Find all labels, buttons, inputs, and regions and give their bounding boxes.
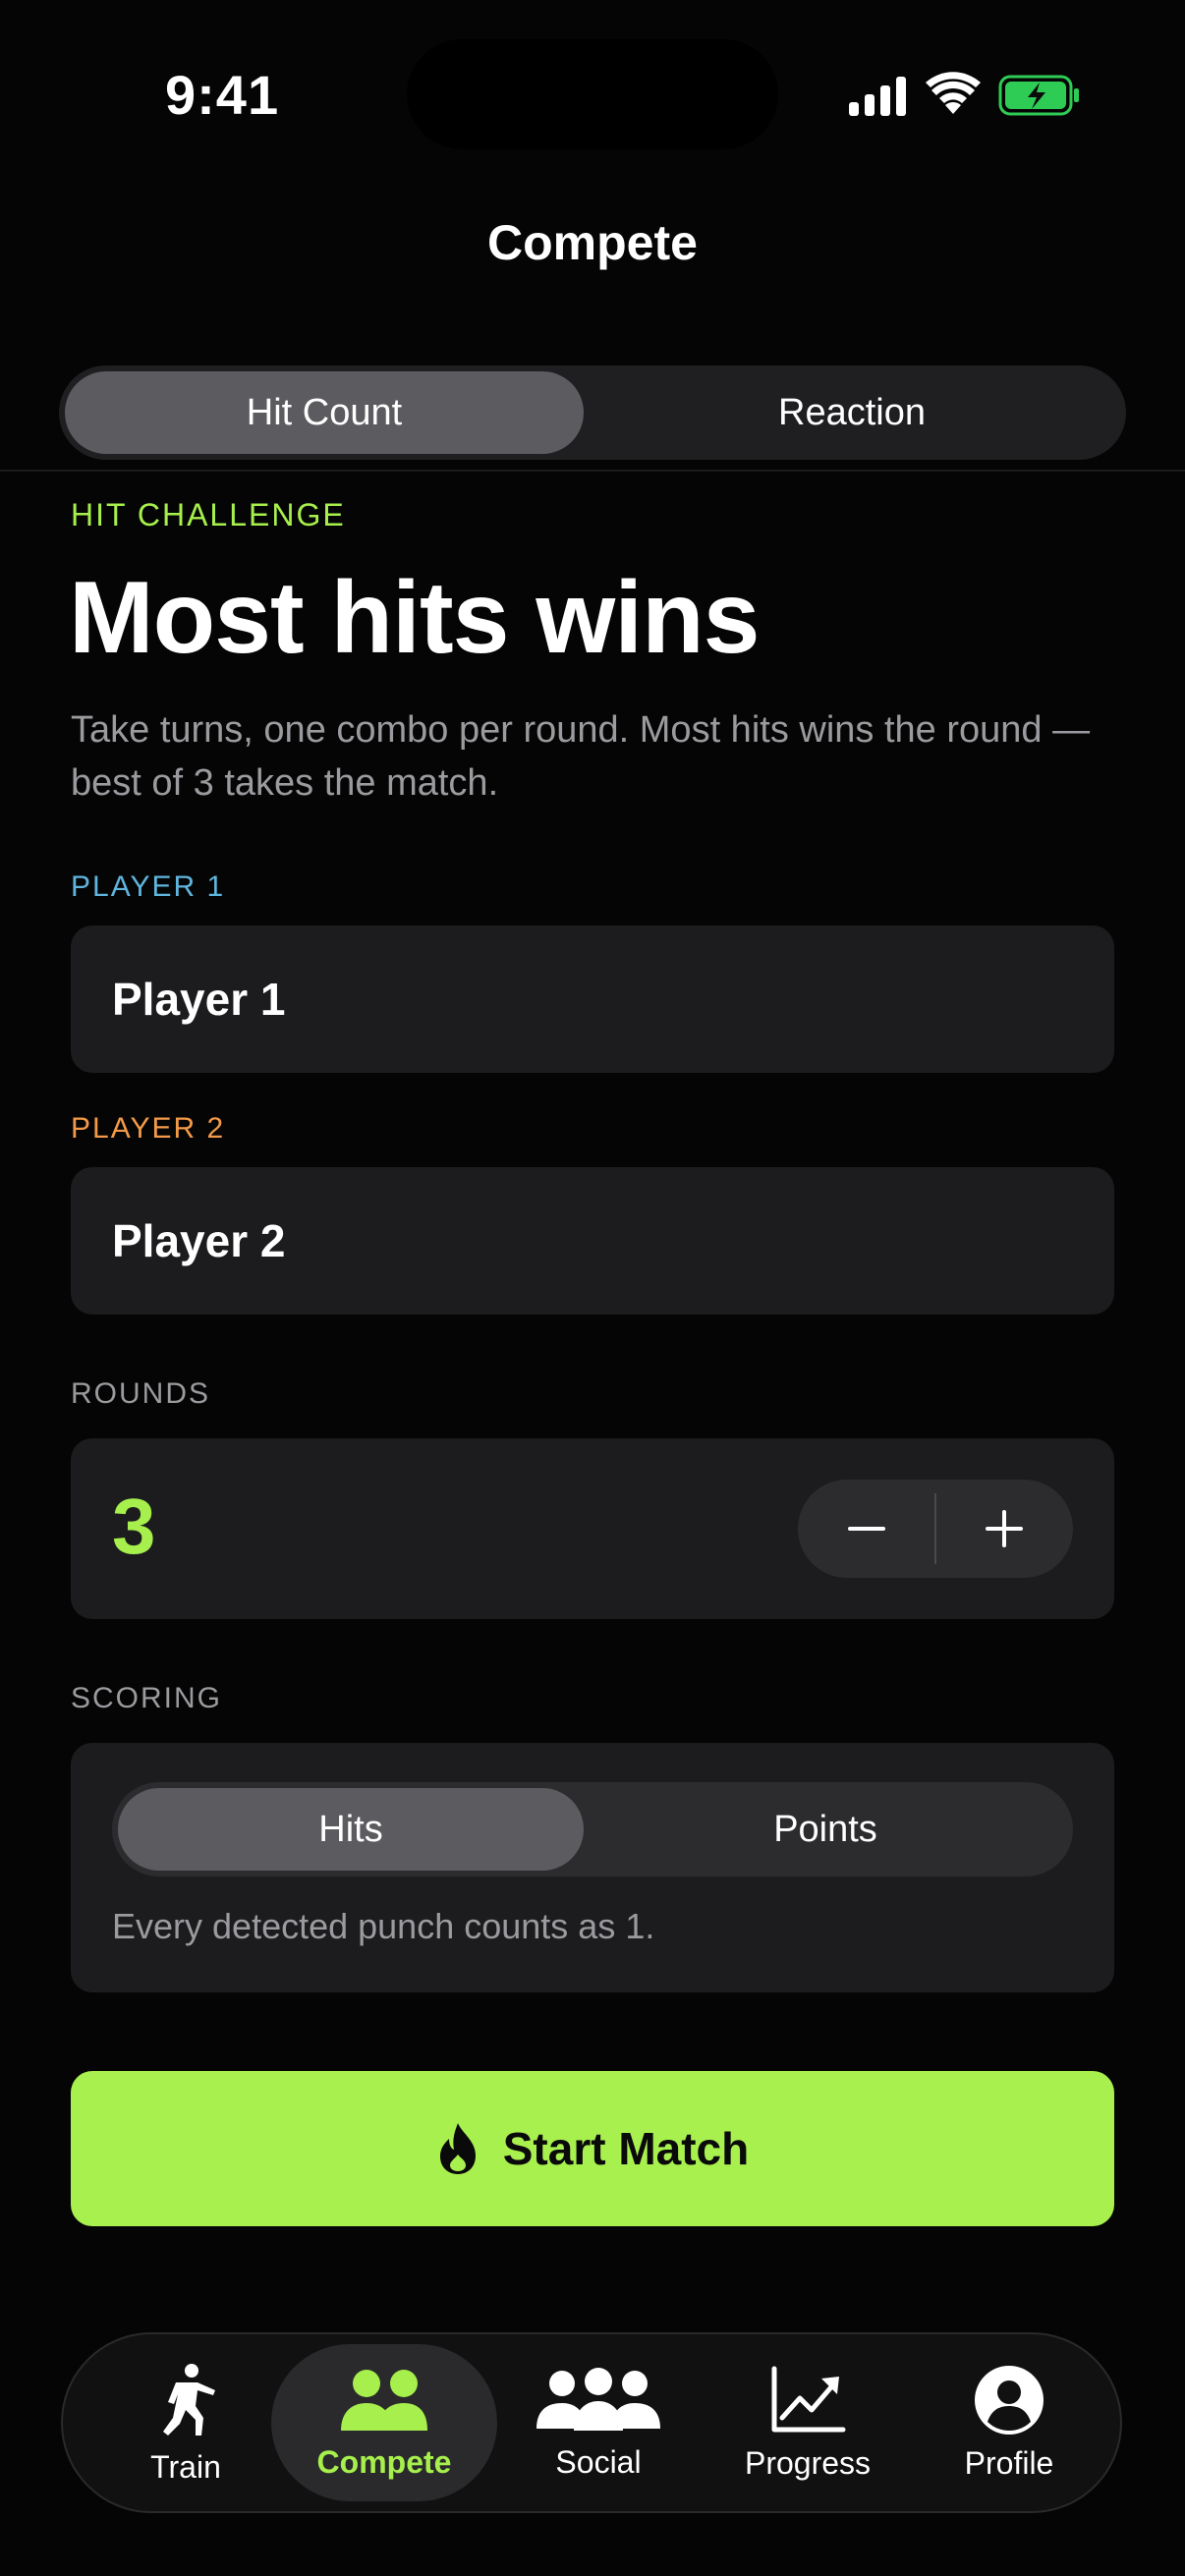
rounds-stepper	[798, 1480, 1073, 1578]
header-divider	[0, 470, 1185, 472]
minus-icon	[848, 1527, 885, 1531]
player2-input-value: Player 2	[112, 1215, 286, 1266]
tab-progress-label: Progress	[744, 2444, 872, 2481]
mode-segmented-control: Hit Count Reaction	[59, 365, 1126, 460]
challenge-eyebrow: HIT CHALLENGE	[71, 497, 346, 532]
cellular-signal-icon	[849, 77, 906, 116]
scoring-option-hits[interactable]: Hits	[118, 1788, 584, 1871]
tab-progress[interactable]: Progress	[702, 2344, 914, 2501]
start-match-button[interactable]: Start Match	[71, 2071, 1114, 2226]
player1-input-value: Player 1	[112, 974, 286, 1025]
scoring-option-points[interactable]: Points	[584, 1788, 1067, 1871]
progress-icon	[771, 2366, 846, 2432]
player1-input[interactable]: Player 1	[71, 925, 1114, 1073]
dynamic-island	[407, 39, 778, 149]
tab-social[interactable]: Social	[495, 2344, 702, 2501]
status-bar: 9:41	[0, 0, 1185, 196]
challenge-description: Take turns, one combo per round. Most hi…	[71, 709, 1091, 804]
rounds-card: 3	[71, 1438, 1114, 1619]
social-icon	[536, 2367, 660, 2431]
tab-compete[interactable]: Compete	[271, 2344, 497, 2501]
wifi-icon	[926, 72, 981, 114]
scoring-label: SCORING	[71, 1682, 223, 1714]
profile-icon	[975, 2365, 1044, 2435]
plus-icon	[986, 1510, 1023, 1547]
player2-label: PLAYER 2	[71, 1112, 226, 1145]
tab-train[interactable]: Train	[83, 2344, 289, 2501]
status-time: 9:41	[165, 64, 280, 126]
scoring-note: Every detected punch counts as 1.	[112, 1906, 655, 1946]
decrement-rounds-button[interactable]	[798, 1480, 935, 1578]
challenge-title: Most hits wins	[69, 561, 760, 675]
player1-label: PLAYER 1	[71, 870, 226, 903]
flame-icon	[439, 2123, 476, 2174]
player2-input[interactable]: Player 2	[71, 1167, 1114, 1315]
tab-hit-count[interactable]: Hit Count	[65, 371, 584, 454]
tab-social-label: Social	[555, 2443, 642, 2480]
battery-charging-icon	[998, 75, 1079, 116]
train-icon	[163, 2363, 215, 2436]
tab-reaction[interactable]: Reaction	[584, 371, 1120, 454]
tab-train-label: Train	[150, 2448, 221, 2485]
tab-bar: Train Compete Social Progress Profile	[61, 2332, 1122, 2513]
rounds-value: 3	[112, 1483, 156, 1570]
scoring-segmented-control: Hits Points	[112, 1782, 1073, 1876]
compete-icon	[341, 2369, 427, 2431]
page-title: Compete	[487, 215, 698, 270]
scoring-card: Hits Points Every detected punch counts …	[71, 1743, 1114, 1992]
tab-profile[interactable]: Profile	[906, 2344, 1112, 2501]
tab-profile-label: Profile	[964, 2444, 1054, 2481]
start-match-label: Start Match	[502, 2123, 750, 2174]
increment-rounds-button[interactable]	[935, 1480, 1073, 1578]
rounds-label: ROUNDS	[71, 1377, 211, 1410]
tab-compete-label: Compete	[316, 2443, 452, 2480]
